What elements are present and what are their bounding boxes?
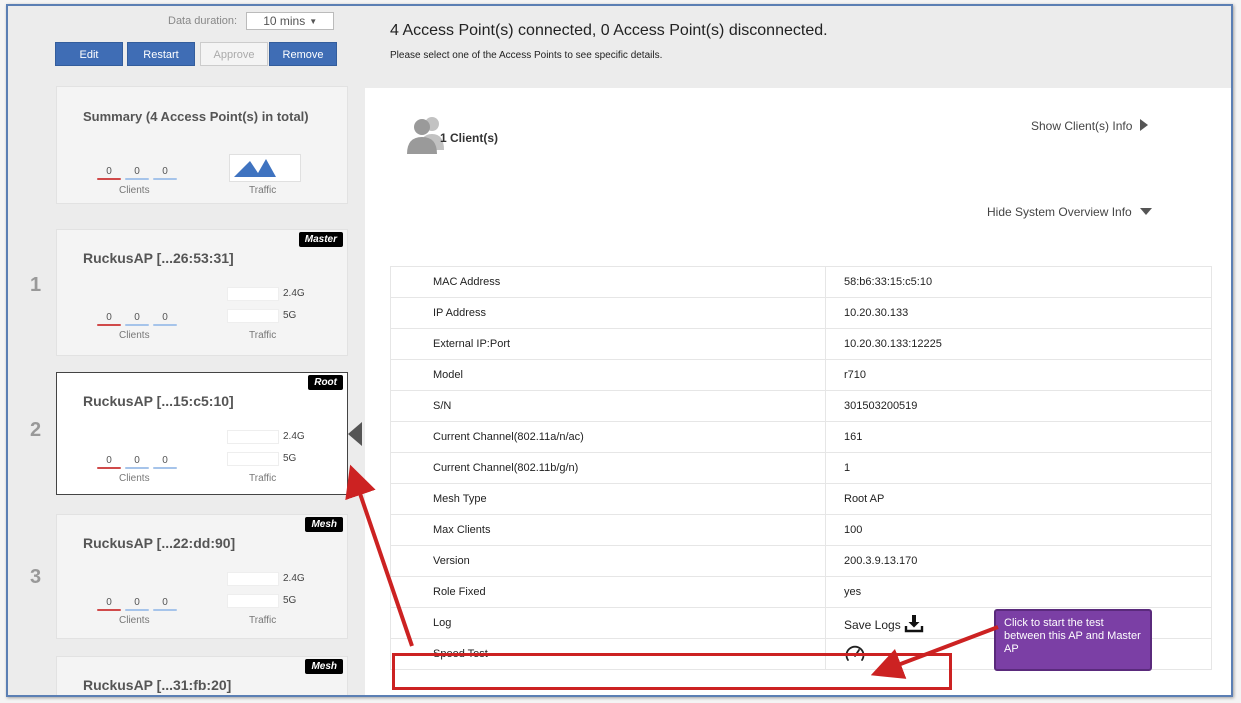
app-frame: Data duration: 10 mins ▼ Edit Restart App… xyxy=(6,4,1233,697)
arrow-to-selected-ap xyxy=(345,464,414,647)
arrow-to-speed-test xyxy=(870,625,999,679)
annotation-arrows xyxy=(345,464,999,679)
